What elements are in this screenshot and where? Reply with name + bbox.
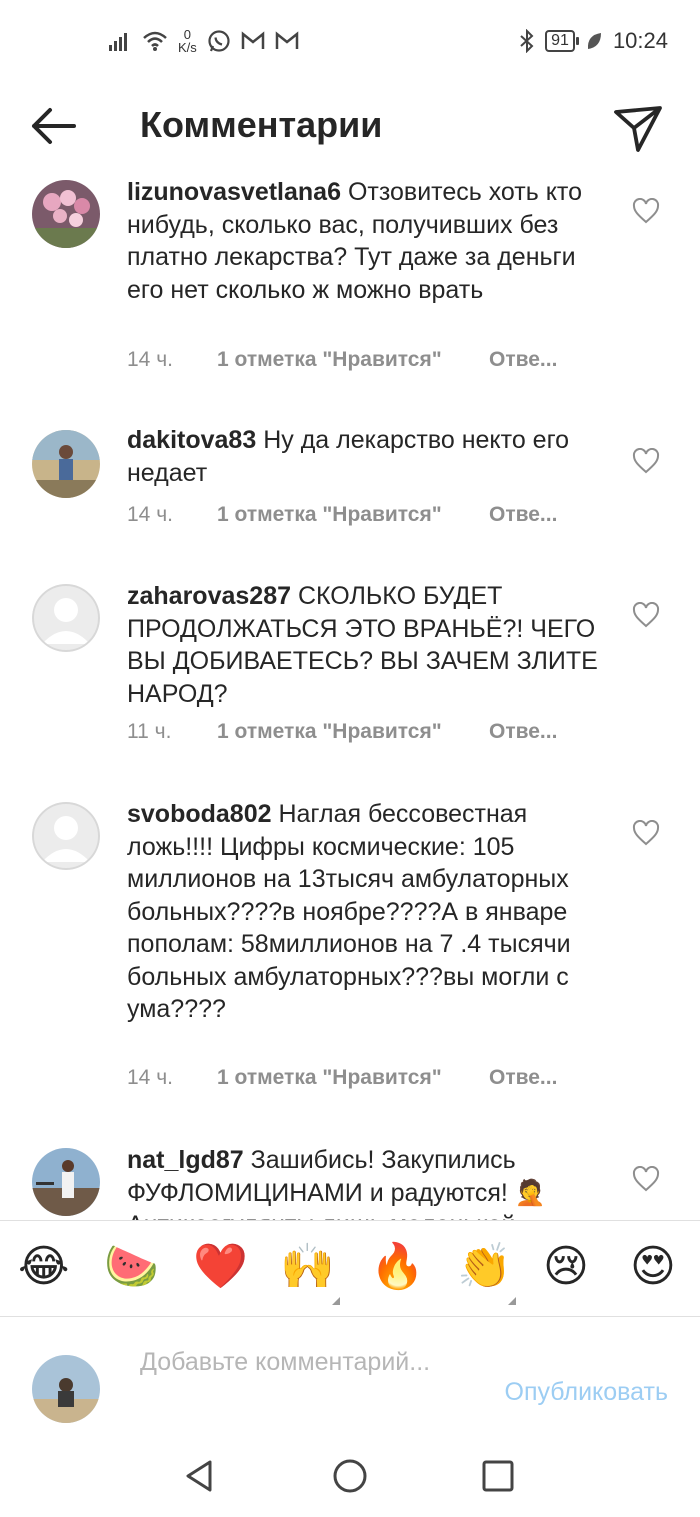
page-title: Комментарии xyxy=(140,104,383,145)
comment-text: dakitova83 Ну да лекарство некто его нед… xyxy=(127,424,617,489)
comment-list[interactable]: lizunovasvetlana6 Отзовитесь хоть кто ни… xyxy=(0,168,700,1220)
comment-likes-link[interactable]: 1 отметка "Нравится" xyxy=(217,503,489,527)
avatar[interactable] xyxy=(32,584,100,652)
comment-username[interactable]: dakitova83 xyxy=(127,426,256,454)
like-heart-icon[interactable] xyxy=(632,198,660,224)
comment-meta: 11 ч. 1 отметка "Нравится" Отве... xyxy=(127,720,557,744)
gmail-icon xyxy=(275,31,299,49)
nav-home-icon[interactable] xyxy=(330,1456,370,1496)
emoji-clapping-hands[interactable]: 👏 xyxy=(457,1241,512,1293)
back-button[interactable] xyxy=(26,102,82,150)
bluetooth-icon xyxy=(520,29,534,53)
comment-likes-link[interactable]: 1 отметка "Нравится" xyxy=(217,348,489,372)
status-bar: 0 K/s 91 10:24 xyxy=(0,0,700,88)
gmail-icon xyxy=(241,31,265,49)
comment-text: zaharovas287 СКОЛЬКО БУДЕТ ПРОДОЛЖАТЬСЯ … xyxy=(127,580,617,710)
comment-time: 14 ч. xyxy=(127,503,173,526)
share-button[interactable] xyxy=(612,102,664,154)
skin-tone-indicator xyxy=(332,1297,340,1305)
signal-icon xyxy=(109,33,127,51)
emoji-watermelon[interactable]: 🍉 xyxy=(104,1241,159,1293)
comment-username[interactable]: lizunovasvetlana6 xyxy=(127,178,341,206)
emoji-red-heart[interactable]: ❤️ xyxy=(193,1241,248,1293)
battery-icon: 91 xyxy=(545,30,579,52)
comment-meta: 14 ч. 1 отметка "Нравится" Отве... xyxy=(127,348,557,372)
comment-text: nat_lgd87 Зашибись! Закупились ФУФЛОМИЦИ… xyxy=(127,1144,617,1220)
post-button[interactable]: Опубликовать xyxy=(505,1378,668,1407)
current-user-avatar xyxy=(32,1355,100,1423)
wifi-icon xyxy=(143,31,167,51)
emoji-bar: 😂 🍉 ❤️ 🙌 🔥 👏 😢 😍 xyxy=(0,1220,700,1317)
comment-meta: 14 ч. 1 отметка "Нравится" Отве... xyxy=(127,1066,557,1090)
comment-username[interactable]: svoboda802 xyxy=(127,800,272,828)
nav-back-icon[interactable] xyxy=(180,1456,220,1496)
reply-button[interactable]: Отве... xyxy=(489,1066,557,1090)
comment-likes-link[interactable]: 1 отметка "Нравится" xyxy=(217,720,489,744)
avatar[interactable] xyxy=(32,430,100,498)
skin-tone-indicator xyxy=(508,1297,516,1305)
comment-likes-link[interactable]: 1 отметка "Нравится" xyxy=(217,1066,489,1090)
emoji-raising-hands[interactable]: 🙌 xyxy=(280,1241,335,1293)
back-arrow-icon xyxy=(32,108,76,144)
status-right: 91 10:24 xyxy=(519,28,668,54)
comment-text: svoboda802 Наглая бессовестная ложь!!!! … xyxy=(127,798,617,1026)
comment-username[interactable]: zaharovas287 xyxy=(127,582,291,610)
like-heart-icon[interactable] xyxy=(632,448,660,474)
emoji-heart-eyes[interactable]: 😍 xyxy=(630,1241,676,1293)
comment-time: 11 ч. xyxy=(127,720,172,743)
comment-composer: Добавьте комментарий... Опубликовать xyxy=(0,1316,700,1440)
leaf-icon xyxy=(587,33,601,49)
avatar[interactable] xyxy=(32,802,100,870)
emoji-fire[interactable]: 🔥 xyxy=(370,1241,425,1293)
speed-unit: K/s xyxy=(178,40,197,55)
status-left: 0 K/s xyxy=(108,28,299,54)
comment-text: lizunovasvetlana6 Отзовитесь хоть кто ни… xyxy=(127,176,617,306)
like-heart-icon[interactable] xyxy=(632,1166,660,1192)
header: Комментарии xyxy=(0,88,700,168)
reply-button[interactable]: Отве... xyxy=(489,720,557,744)
comment-body: Наглая бессовестная ложь!!!! Цифры косми… xyxy=(127,800,571,1023)
system-nav-bar xyxy=(0,1440,700,1517)
comment-time: 14 ч. xyxy=(127,1066,173,1089)
avatar[interactable] xyxy=(32,1148,100,1216)
like-heart-icon[interactable] xyxy=(632,602,660,628)
comment-meta: 14 ч. 1 отметка "Нравится" Отве... xyxy=(127,503,557,527)
network-speed: 0 K/s xyxy=(178,28,197,54)
emoji-crying-face[interactable]: 😢 xyxy=(543,1241,589,1293)
avatar[interactable] xyxy=(32,180,100,248)
clock: 10:24 xyxy=(612,28,668,53)
send-icon xyxy=(614,106,662,152)
like-heart-icon[interactable] xyxy=(632,820,660,846)
comment-input[interactable]: Добавьте комментарий... xyxy=(140,1346,440,1378)
emoji-tears-of-joy[interactable]: 😂 xyxy=(18,1241,69,1293)
comment-time: 14 ч. xyxy=(127,348,173,371)
reply-button[interactable]: Отве... xyxy=(489,348,557,372)
nav-recents-icon[interactable] xyxy=(478,1456,518,1496)
whatsapp-icon xyxy=(208,30,230,52)
comment-username[interactable]: nat_lgd87 xyxy=(127,1146,244,1174)
reply-button[interactable]: Отве... xyxy=(489,503,557,527)
